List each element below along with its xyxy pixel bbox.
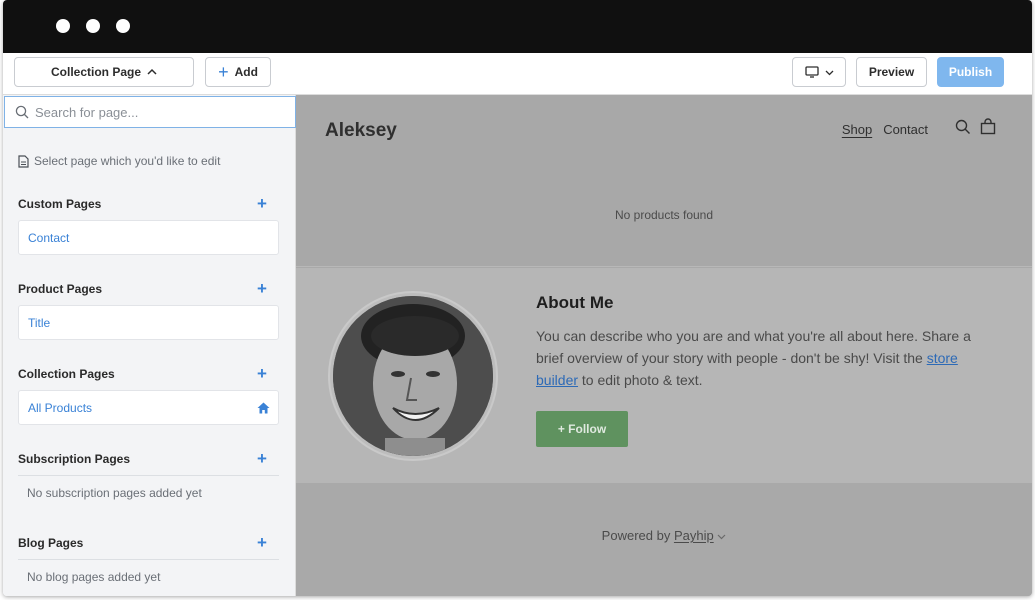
- follow-button[interactable]: + Follow: [536, 411, 628, 447]
- device-toggle-button[interactable]: [792, 57, 846, 87]
- add-page-button[interactable]: + Add: [205, 57, 271, 87]
- avatar: [328, 291, 498, 461]
- window-maximize-dot[interactable]: [116, 19, 130, 33]
- store-footer: Powered by Payhip: [296, 483, 1032, 596]
- preview-button[interactable]: Preview: [856, 57, 927, 87]
- page-item-contact[interactable]: Contact: [18, 220, 279, 255]
- home-icon: [257, 402, 270, 414]
- about-text-end: to edit photo & text.: [578, 372, 703, 388]
- publish-button[interactable]: Publish: [937, 57, 1004, 87]
- page-item-label: All Products: [28, 400, 93, 415]
- payhip-link[interactable]: Payhip: [674, 528, 714, 543]
- chevron-down-icon: [825, 70, 833, 75]
- add-product-page-plus-icon[interactable]: +: [257, 280, 267, 297]
- powered-by: Powered by Payhip: [296, 528, 1032, 543]
- document-icon: [18, 154, 29, 168]
- page-search-box: [4, 96, 296, 128]
- nav-contact-link[interactable]: Contact: [883, 122, 928, 137]
- chevron-up-icon: [147, 68, 157, 75]
- search-icon[interactable]: [955, 119, 971, 135]
- add-subscription-page-plus-icon[interactable]: +: [257, 450, 267, 467]
- section-divider: [18, 559, 279, 560]
- page-item-label: Contact: [28, 230, 70, 245]
- blog-empty-text: No blog pages added yet: [27, 570, 161, 584]
- store-nav: Shop Contact: [842, 122, 928, 137]
- page-selector-label: Collection Page: [50, 65, 142, 79]
- select-page-hint: Select page which you'd like to edit: [18, 154, 220, 168]
- add-label: Add: [234, 65, 258, 79]
- plus-icon: +: [218, 62, 229, 82]
- hint-text: Select page which you'd like to edit: [34, 154, 221, 168]
- store-header: Aleksey Shop Contact No products found: [296, 95, 1032, 267]
- custom-pages-title: Custom Pages: [18, 197, 102, 211]
- window-close-dot[interactable]: [56, 19, 70, 33]
- about-title: About Me: [536, 293, 614, 312]
- avatar-portrait-icon: [333, 296, 493, 456]
- section-divider: [18, 475, 279, 476]
- page-search-input[interactable]: [35, 104, 275, 120]
- window-titlebar: [3, 0, 1032, 53]
- page-selector-button[interactable]: Collection Page: [14, 57, 194, 87]
- nav-shop-link[interactable]: Shop: [842, 122, 872, 137]
- page-item-label: Title: [28, 315, 51, 330]
- window-minimize-dot[interactable]: [86, 19, 100, 33]
- editor-toolbar: Collection Page + Add Preview Publish: [3, 53, 1032, 95]
- product-pages-title: Product Pages: [18, 282, 103, 296]
- subscription-pages-title: Subscription Pages: [18, 452, 131, 466]
- blog-pages-title: Blog Pages: [18, 536, 84, 550]
- powered-by-prefix: Powered by: [601, 528, 674, 543]
- store-name[interactable]: Aleksey: [325, 120, 397, 142]
- app-window: Collection Page + Add Preview Publish Se…: [3, 0, 1032, 596]
- shopping-bag-icon[interactable]: [980, 118, 996, 135]
- avatar-photo: [333, 296, 493, 456]
- search-icon: [15, 105, 29, 119]
- desktop-icon: [804, 66, 819, 78]
- page-item-title[interactable]: Title: [18, 305, 279, 340]
- collection-pages-title: Collection Pages: [18, 367, 115, 381]
- about-section: About Me You can describe who you are an…: [296, 268, 1032, 483]
- subscription-empty-text: No subscription pages added yet: [27, 486, 202, 500]
- store-preview: Aleksey Shop Contact No products found A…: [296, 95, 1032, 596]
- add-custom-page-plus-icon[interactable]: +: [257, 195, 267, 212]
- no-products-message: No products found: [614, 208, 714, 222]
- about-text: You can describe who you are and what yo…: [536, 325, 996, 391]
- pages-sidebar: Select page which you'd like to edit Cus…: [3, 95, 296, 596]
- about-text-start: You can describe who you are and what yo…: [536, 328, 971, 366]
- page-item-all-products[interactable]: All Products: [18, 390, 279, 425]
- add-collection-page-plus-icon[interactable]: +: [257, 365, 267, 382]
- add-blog-page-plus-icon[interactable]: +: [257, 534, 267, 551]
- chevron-down-icon: [717, 534, 726, 540]
